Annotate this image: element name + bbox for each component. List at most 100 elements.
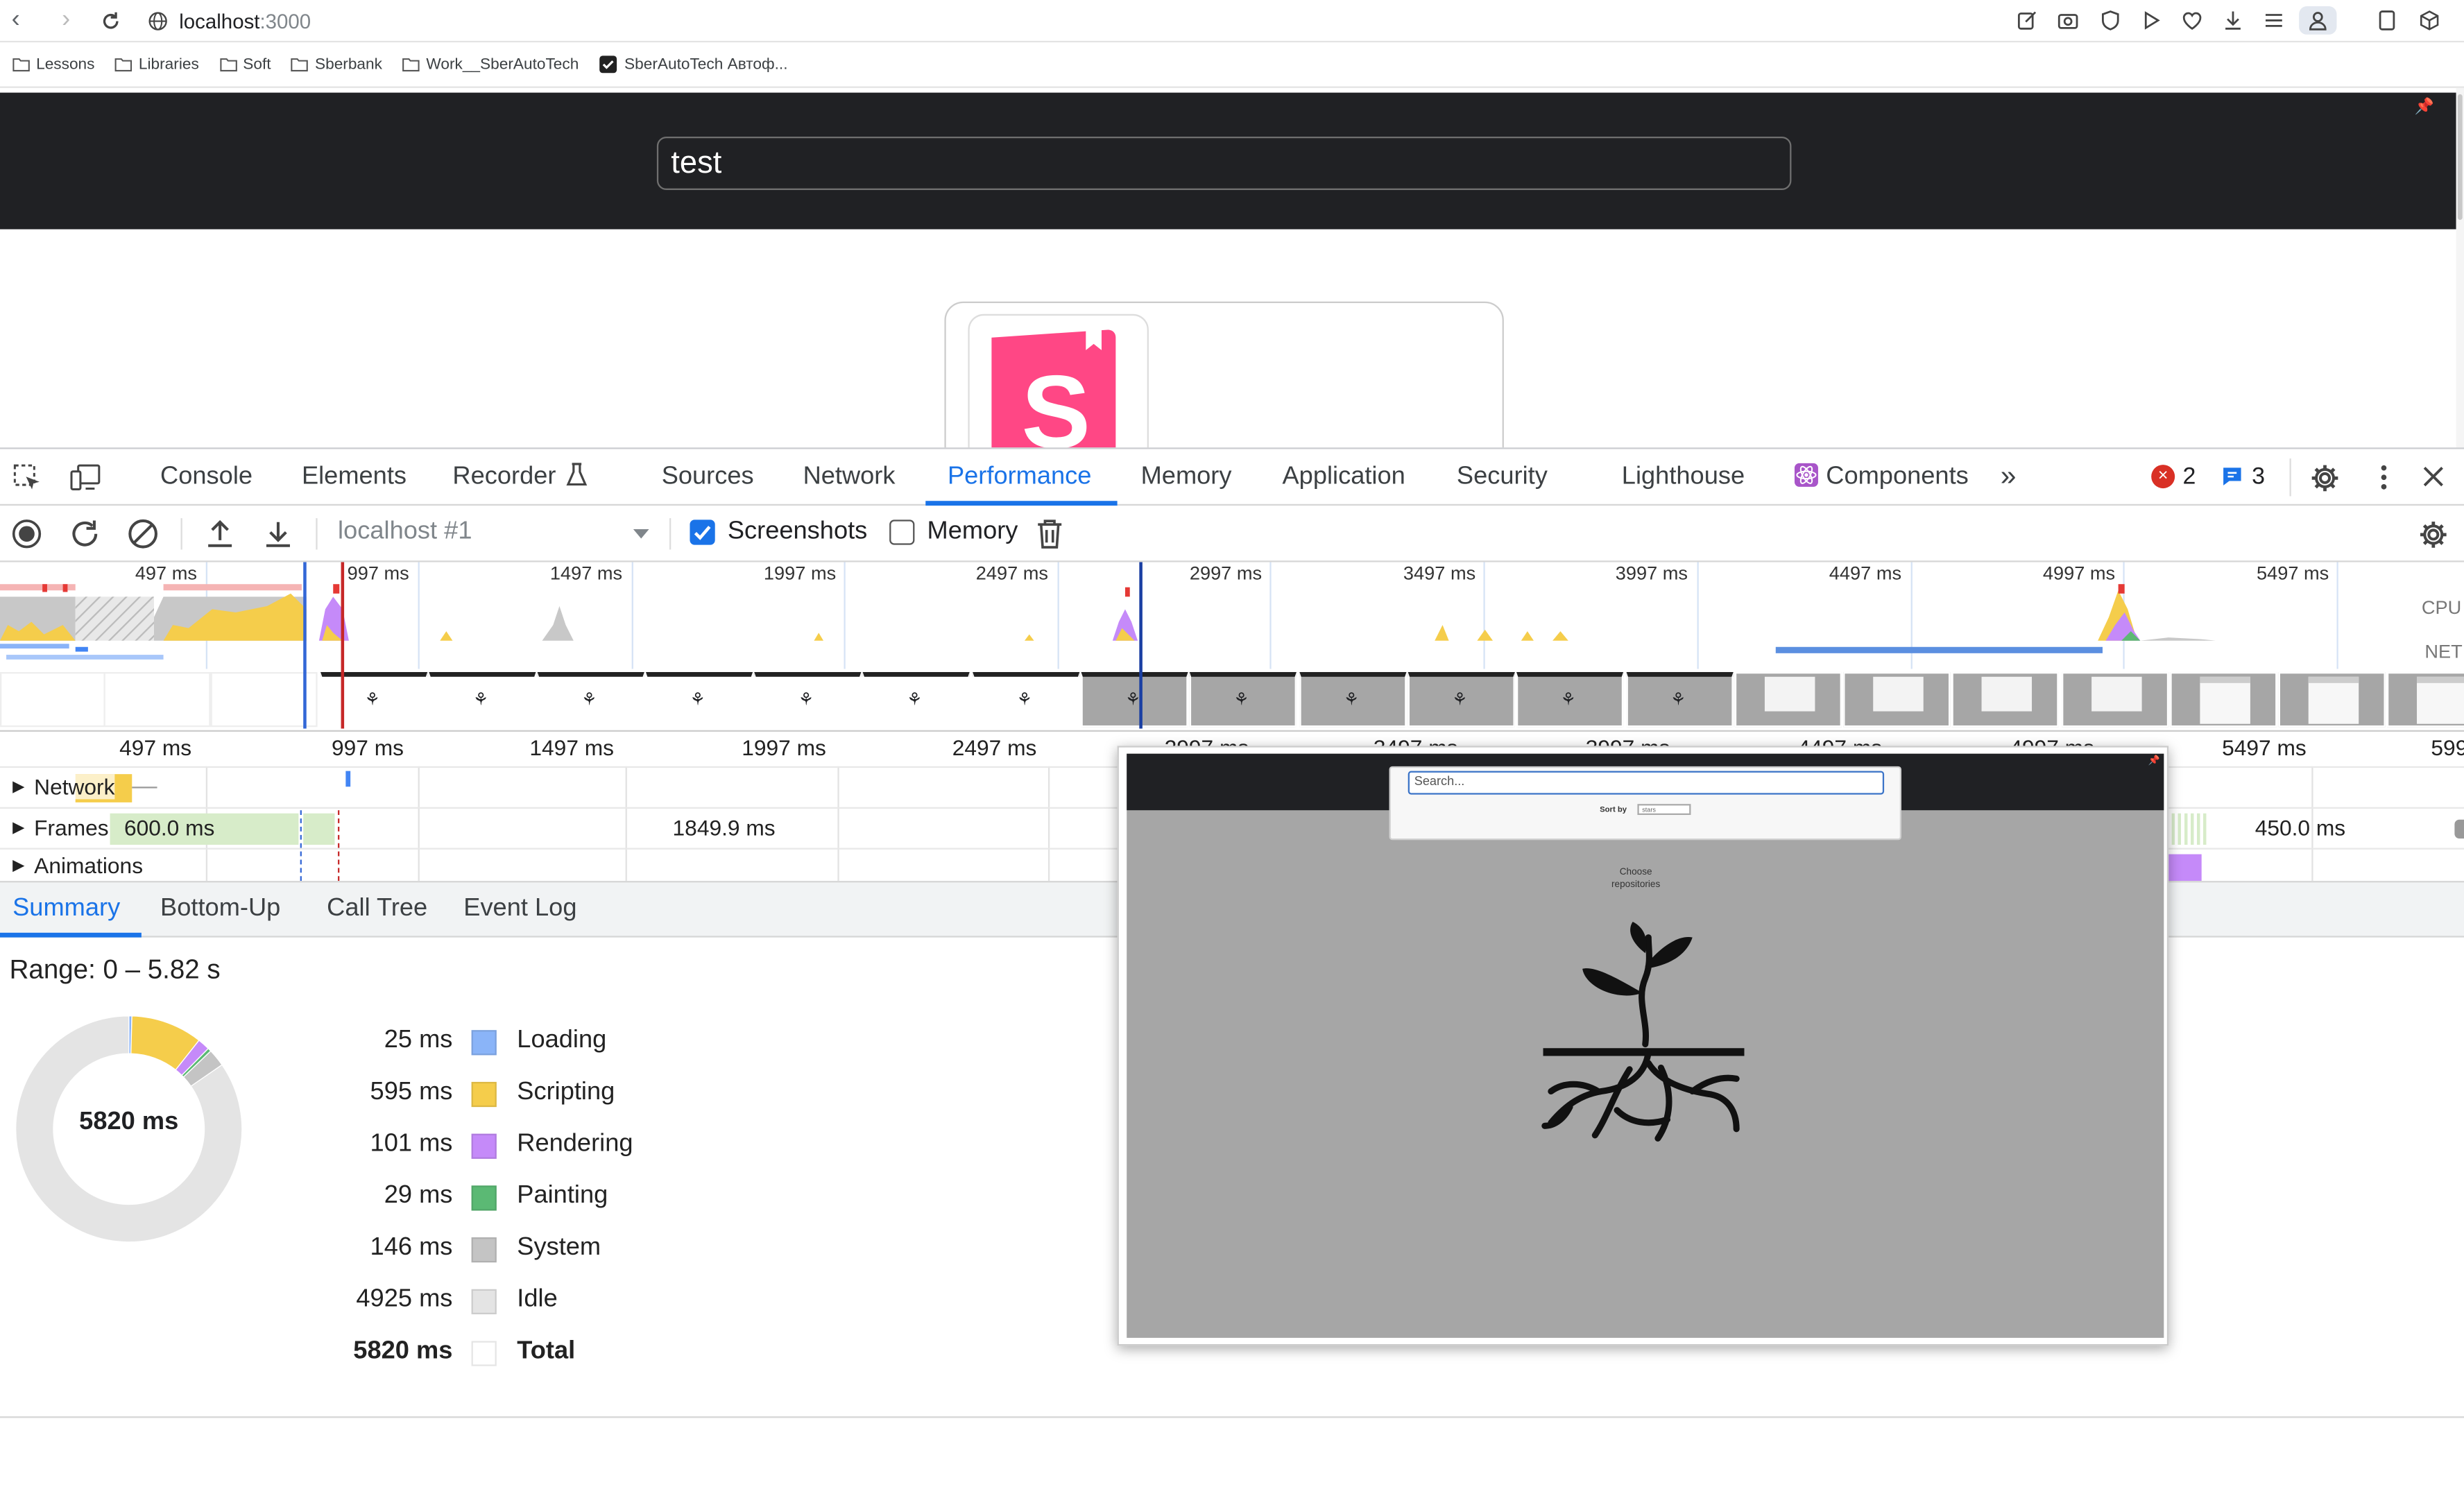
shield-icon[interactable] <box>2096 6 2125 35</box>
forward-icon[interactable]: › <box>50 5 81 36</box>
filmstrip-frame[interactable] <box>210 671 318 728</box>
profile-icon[interactable] <box>2299 6 2337 35</box>
folder-icon <box>12 57 30 73</box>
filmstrip-frame[interactable]: ⚘ <box>320 671 428 728</box>
filmstrip-frame[interactable] <box>103 671 211 728</box>
reload-record-icon[interactable] <box>69 518 101 549</box>
frame-block[interactable] <box>303 813 335 845</box>
dropdown-arrow-icon[interactable] <box>632 528 651 540</box>
settings-gear-icon[interactable] <box>2309 462 2342 495</box>
tab-event-log[interactable]: Event Log <box>463 882 576 936</box>
filmstrip-frame[interactable] <box>1843 671 1951 728</box>
bookmark-sberbank[interactable]: Sberbank <box>291 55 382 73</box>
tab-summary[interactable]: Summary <box>12 882 120 936</box>
tab-network[interactable]: Network <box>803 449 896 506</box>
filmstrip-frame[interactable]: ⚘ <box>862 671 970 728</box>
expand-arrow-icon: ▶ <box>12 777 25 796</box>
tab-sources[interactable]: Sources <box>662 449 754 506</box>
bookmark-work-sberautotech[interactable]: Work__SberAutoTech <box>402 55 579 73</box>
bookmark-libraries[interactable]: Libraries <box>115 55 199 73</box>
network-request-bar[interactable] <box>345 771 351 787</box>
filmstrip-frame[interactable]: ⚘ <box>1189 671 1297 728</box>
filmstrip-frame[interactable] <box>1734 671 1842 728</box>
filmstrip-frame[interactable] <box>1951 671 2059 728</box>
animation-block[interactable] <box>2168 854 2202 882</box>
timeline-tick: 5497 ms <box>2222 734 2307 760</box>
filmstrip-frame[interactable] <box>0 671 108 728</box>
tab-recorder[interactable]: Recorder <box>452 449 587 506</box>
download-profile-icon[interactable] <box>262 518 293 549</box>
tab-components[interactable]: Components <box>1794 449 1969 506</box>
tab-elements[interactable]: Elements <box>302 449 407 506</box>
bookmark-sberautotech[interactable]: SberAutoTech Автоф... <box>599 55 788 74</box>
dialog-thumbnail <box>1981 676 2033 712</box>
memory-checkbox[interactable] <box>889 519 915 545</box>
tab-security[interactable]: Security <box>1457 449 1548 506</box>
download-icon[interactable] <box>2219 6 2248 35</box>
bookmark-lessons[interactable]: Lessons <box>12 55 94 73</box>
tab-memory[interactable]: Memory <box>1141 449 1232 506</box>
filmstrip-frame[interactable]: ⚘ <box>429 671 536 728</box>
filmstrip-frame[interactable] <box>2170 671 2277 728</box>
error-counter[interactable]: × 2 <box>2151 463 2196 490</box>
filmstrip-frame[interactable]: ⚘ <box>1299 671 1407 728</box>
filmstrip-frame[interactable]: ⚘ <box>754 671 862 728</box>
recording-select[interactable]: localhost #1 <box>338 518 472 547</box>
timeline-overview[interactable]: 497 ms 997 ms 1497 ms 1997 ms 2497 ms 29… <box>0 562 2464 732</box>
filmstrip-frame[interactable]: ⚘ <box>537 671 644 728</box>
tab-performance[interactable]: Performance <box>948 449 1091 506</box>
page-search-input[interactable]: test <box>656 136 1792 190</box>
preview-sort-label: Sort by <box>1600 805 1627 816</box>
filmstrip-frame[interactable] <box>2278 671 2386 728</box>
screenshots-label: Screenshots <box>727 518 868 545</box>
pin-icon[interactable]: 📌 <box>2415 99 2434 117</box>
screenshots-filmstrip[interactable]: ⚘ ⚘ ⚘ ⚘ ⚘ ⚘ ⚘ ⚘ ⚘ ⚘ ⚘ ⚘ ⚘ <box>0 669 2464 729</box>
filmstrip-frame[interactable]: ⚘ <box>1516 671 1624 728</box>
tab-application[interactable]: Application <box>1282 449 1405 506</box>
frame-block[interactable] <box>2171 813 2207 845</box>
selection-marker <box>338 810 340 882</box>
record-icon[interactable] <box>11 518 42 549</box>
filmstrip-frame[interactable] <box>2062 671 2169 728</box>
close-icon[interactable] <box>2422 465 2445 488</box>
filmstrip-frame[interactable]: ⚘ <box>1408 671 1515 728</box>
screenshots-checkbox[interactable] <box>690 519 715 545</box>
scroll-handle[interactable] <box>2454 819 2464 839</box>
capture-settings-gear-icon[interactable] <box>2417 518 2448 549</box>
kebab-menu-icon[interactable] <box>2371 463 2396 492</box>
clear-icon[interactable] <box>127 518 158 549</box>
filmstrip-frame[interactable]: ⚘ <box>973 671 1080 728</box>
back-icon[interactable]: ‹ <box>0 5 31 36</box>
trash-icon[interactable] <box>1036 518 1067 549</box>
upload-icon[interactable] <box>204 518 235 549</box>
logo-thumbnail-icon: ⚘ <box>1016 691 1033 710</box>
tab-lighthouse[interactable]: Lighthouse <box>1622 449 1745 506</box>
filmstrip-frame[interactable]: ⚘ <box>646 671 753 728</box>
message-counter[interactable]: 3 <box>2221 463 2265 490</box>
dialog-thumbnail <box>2091 676 2142 712</box>
filmstrip-frame[interactable] <box>2386 671 2464 728</box>
tab-bottom-up[interactable]: Bottom-Up <box>160 882 280 936</box>
menu-icon[interactable] <box>2260 6 2288 35</box>
bookmark-soft[interactable]: Soft <box>219 55 271 73</box>
inspect-element-icon[interactable] <box>12 463 42 493</box>
play-icon[interactable] <box>2137 6 2166 35</box>
dialog-thumbnail <box>1764 676 1815 712</box>
selection-start-handle[interactable] <box>303 562 307 729</box>
tab-console[interactable]: Console <box>160 449 253 506</box>
heart-icon[interactable] <box>2178 6 2207 35</box>
more-tabs-chevron-icon[interactable]: » <box>2001 449 2017 506</box>
edit-icon[interactable] <box>2013 6 2042 35</box>
filmstrip-frame[interactable]: ⚘ <box>1081 671 1188 728</box>
page-scrollbar-thumb[interactable] <box>2457 94 2463 220</box>
device-toolbar-icon[interactable] <box>69 463 103 493</box>
filmstrip-frame[interactable]: ⚘ <box>1626 671 1734 728</box>
tab-call-tree[interactable]: Call Tree <box>327 882 427 936</box>
camera-icon[interactable] <box>2054 6 2082 35</box>
reload-icon[interactable] <box>94 5 126 36</box>
extensions-icon[interactable] <box>2415 6 2444 35</box>
reading-list-icon[interactable] <box>2373 6 2402 35</box>
address-bar[interactable]: localhost :3000 <box>148 3 311 38</box>
network-request-whisker <box>132 787 157 789</box>
list-thumbnail <box>2308 676 2359 724</box>
